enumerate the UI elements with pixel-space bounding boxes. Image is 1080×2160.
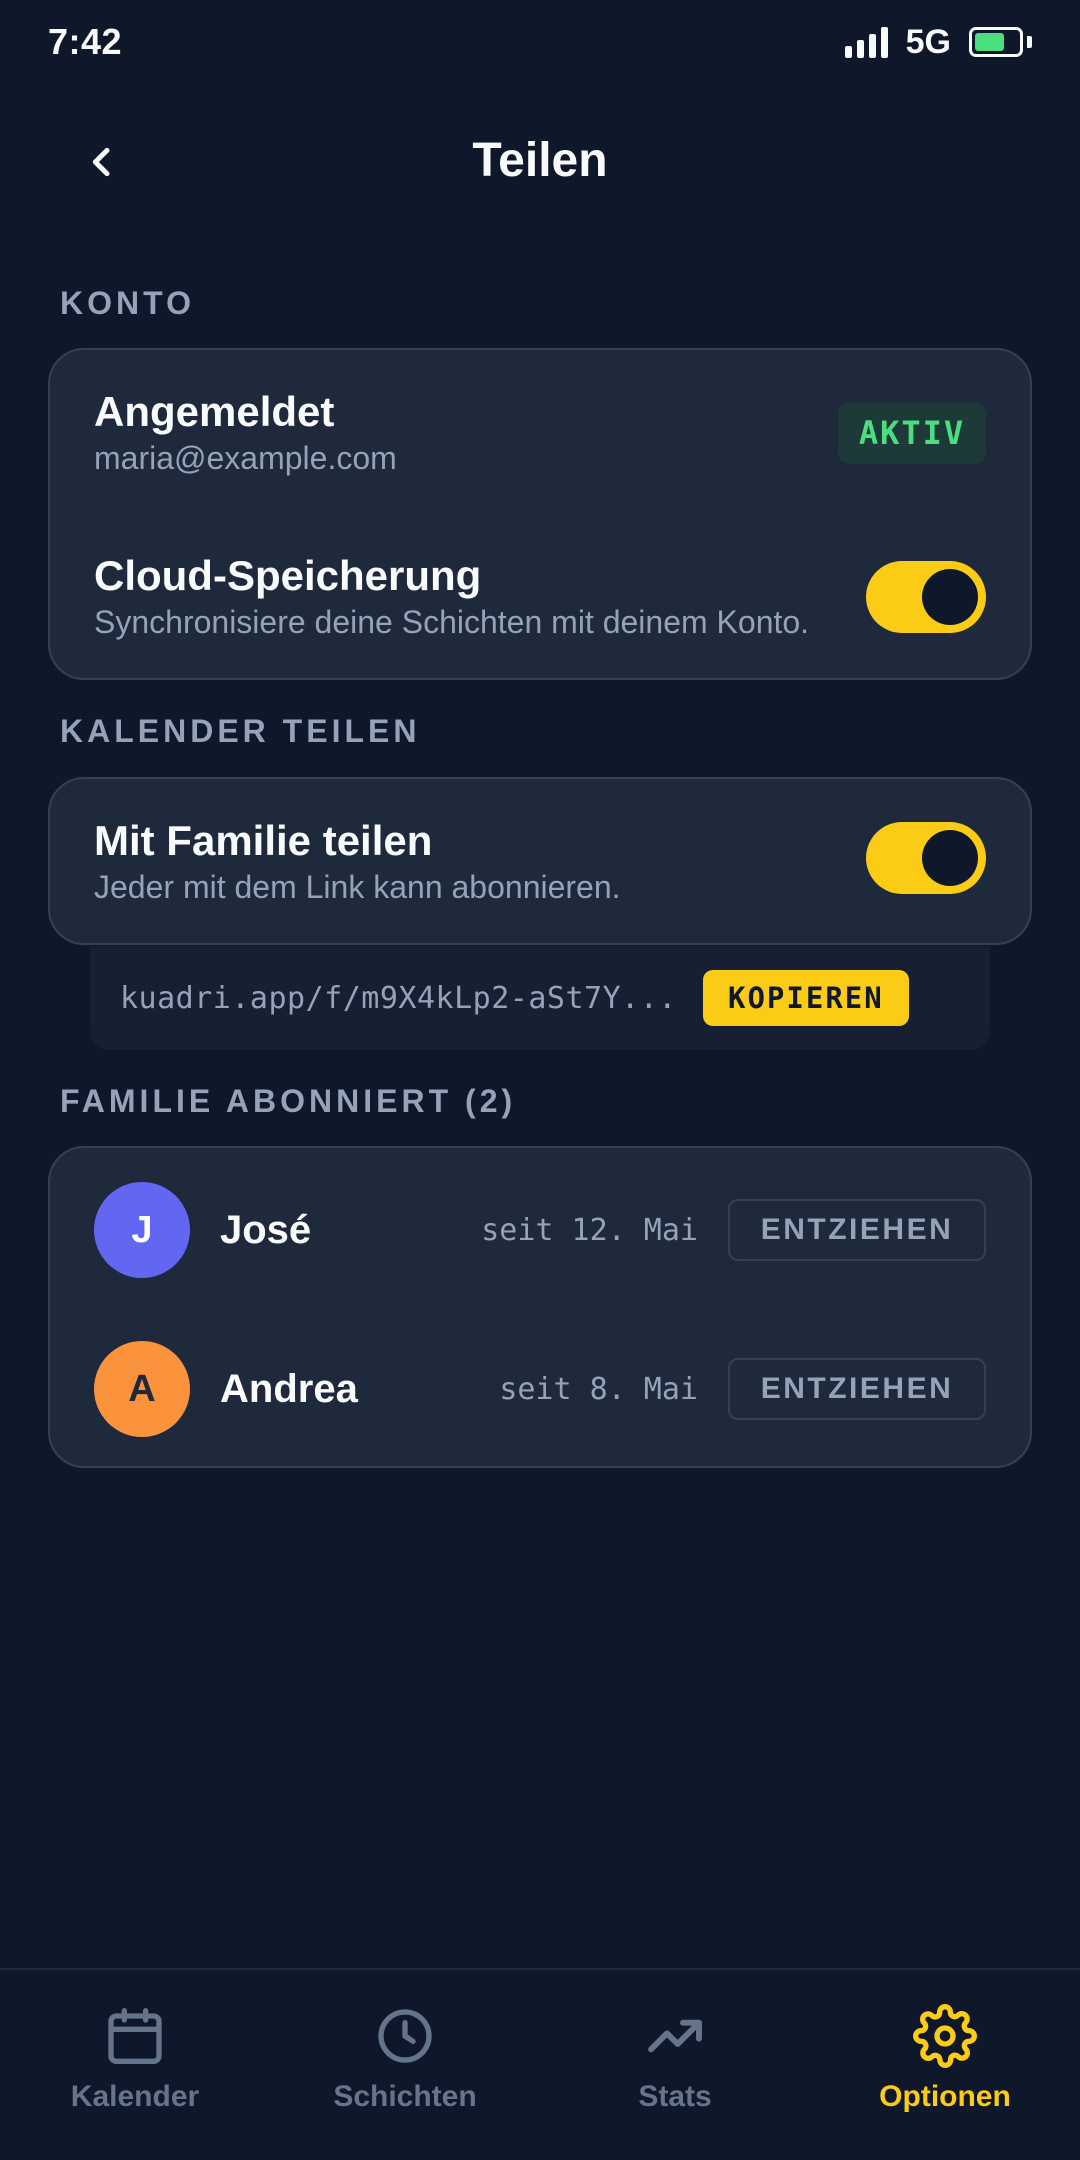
calendar-icon — [108, 2008, 162, 2064]
revoke-button[interactable]: ENTZIEHEN — [728, 1199, 986, 1261]
share-link[interactable]: kuadri.app/f/m9X4kLp2-aSt7Y... — [120, 981, 677, 1016]
network-type: 5G — [905, 22, 951, 61]
avatar: A — [94, 1341, 190, 1437]
avatar: J — [94, 1182, 190, 1278]
nav-item-stats[interactable]: Stats — [540, 1970, 810, 2160]
signed-in-title: Angemeldet — [94, 388, 335, 435]
account-email: maria@example.com — [94, 440, 397, 476]
header: Teilen — [0, 112, 1080, 208]
section-label-familie: FAMILIE ABONNIERT (2) — [60, 1083, 517, 1119]
cloud-sync-toggle[interactable] — [866, 560, 986, 633]
bottom-nav: Kalender Schichten Stats Optionen — [0, 1968, 1080, 2160]
clock-icon — [378, 2009, 432, 2063]
trending-up-icon — [648, 2019, 702, 2053]
subscribers-card: J José seit 12. Mai ENTZIEHEN A Andrea s… — [48, 1146, 1032, 1468]
nav-item-kalender[interactable]: Kalender — [0, 1970, 270, 2160]
status-badge: AKTIV — [838, 401, 986, 464]
chevron-left-icon — [92, 147, 110, 177]
signal-icon — [844, 26, 888, 58]
member-since: seit 8. Mai — [499, 1371, 698, 1407]
cloud-sync-description: Synchronisiere deine Schichten mit deine… — [94, 604, 810, 640]
cloud-sync-row: Cloud-Speicherung Synchronisiere deine S… — [94, 552, 986, 641]
account-card: Angemeldet maria@example.com AKTIV Cloud… — [48, 348, 1032, 680]
list-item: A Andrea seit 8. Mai ENTZIEHEN — [94, 1341, 986, 1437]
status-time: 7:42 — [48, 21, 123, 62]
section-label-konto: KONTO — [60, 285, 195, 321]
member-name: José — [220, 1207, 312, 1252]
list-item: J José seit 12. Mai ENTZIEHEN — [94, 1182, 986, 1278]
family-share-toggle[interactable] — [866, 821, 986, 894]
copy-button[interactable]: KOPIEREN — [702, 970, 909, 1026]
cloud-sync-title: Cloud-Speicherung — [94, 552, 482, 599]
nav-item-optionen[interactable]: Optionen — [810, 1970, 1080, 2160]
nav-item-schichten[interactable]: Schichten — [270, 1970, 540, 2160]
signed-in-row: Angemeldet maria@example.com AKTIV — [94, 388, 986, 477]
member-since: seit 12. Mai — [481, 1212, 698, 1248]
nav-label: Stats — [638, 2080, 712, 2113]
section-label-kalender: KALENDER TEILEN — [60, 713, 421, 749]
gear-icon — [913, 2004, 977, 2068]
back-button[interactable] — [70, 130, 134, 194]
revoke-button[interactable]: ENTZIEHEN — [728, 1358, 986, 1420]
status-indicators: 5G — [844, 22, 1032, 62]
family-share-card: Mit Familie teilen Jeder mit dem Link ka… — [48, 777, 1032, 945]
battery-icon — [969, 27, 1032, 57]
status-bar: 7:42 5G — [0, 0, 1080, 84]
family-share-row: Mit Familie teilen Jeder mit dem Link ka… — [94, 817, 986, 906]
family-share-description: Jeder mit dem Link kann abonnieren. — [94, 869, 621, 905]
nav-label: Optionen — [879, 2080, 1011, 2113]
member-name: Andrea — [220, 1366, 358, 1411]
share-link-box: kuadri.app/f/m9X4kLp2-aSt7Y... KOPIEREN — [90, 946, 990, 1050]
page-title: Teilen — [472, 133, 608, 187]
nav-label: Kalender — [70, 2080, 200, 2113]
nav-label: Schichten — [333, 2080, 477, 2113]
family-share-title: Mit Familie teilen — [94, 817, 433, 864]
